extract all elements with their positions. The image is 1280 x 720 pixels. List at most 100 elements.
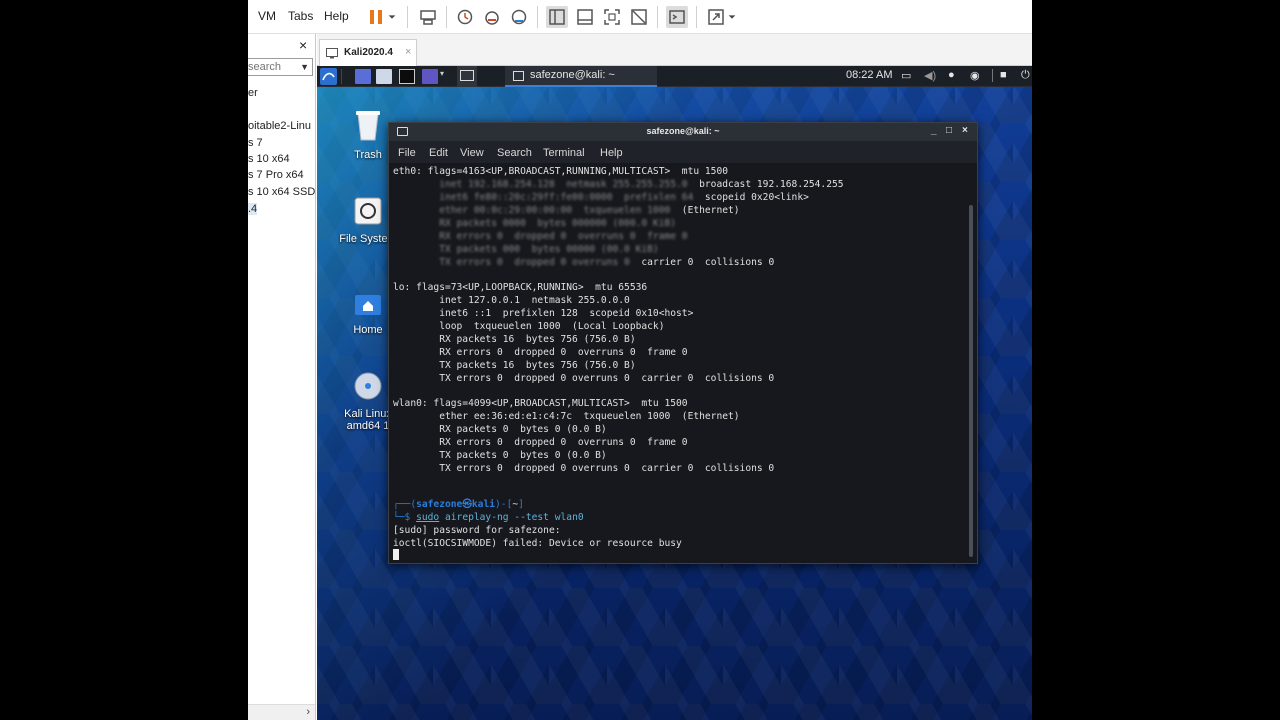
terminal-scrollbar[interactable] <box>969 205 973 557</box>
show-desktop-icon[interactable] <box>355 69 371 84</box>
tab-kali2020-4[interactable]: Kali2020.4 × <box>319 39 417 66</box>
home-folder-icon <box>355 295 381 315</box>
menu-tabs[interactable]: Tabs <box>288 9 313 23</box>
workspace-switcher[interactable] <box>457 66 477 87</box>
terminal-line: TX packets 16 bytes 756 (756.0 B) <box>393 360 636 371</box>
terminal-line: RX errors 0 dropped 0 overruns 0 frame 0 <box>393 347 688 358</box>
vm-tab-strip: Kali2020.4 × <box>317 34 1032 66</box>
library-panel: × ▼ er oitable2-Linu s 7 s 10 x64 s 7 Pr… <box>248 34 316 720</box>
desktop-icon-home[interactable]: Home <box>345 291 391 336</box>
terminal-icon <box>513 71 524 81</box>
revert-snapshot-icon[interactable] <box>481 6 503 28</box>
terminal-titlebar[interactable]: safezone@kali: ~ _ □ × <box>389 123 977 141</box>
network-icon[interactable]: ◉ <box>970 69 980 82</box>
hard-drive-icon <box>354 197 382 225</box>
terminal-line: lo: flags=73<UP,LOOPBACK,RUNNING> mtu 65… <box>393 282 648 293</box>
terminal-line: ether 00:0c:29:00:00:00 txqueuelen 1000 … <box>393 205 740 216</box>
terminal-line: TX errors 0 dropped 0 overruns 0 carrier… <box>393 463 775 474</box>
lock-icon[interactable]: ■ <box>1000 69 1007 81</box>
library-item[interactable]: s 7 Pro x64 <box>248 169 304 181</box>
minimize-icon[interactable]: _ <box>931 125 937 136</box>
horizontal-scrollbar[interactable]: › <box>248 704 315 720</box>
menu-help[interactable]: Help <box>324 9 349 23</box>
disc-icon <box>354 372 382 400</box>
notification-bell-icon[interactable]: ● <box>948 69 955 81</box>
library-item[interactable]: s 10 x64 SSD <box>248 186 315 198</box>
video-letterbox-right <box>1032 0 1280 720</box>
desktop-icon-label: Home <box>353 324 383 336</box>
library-search[interactable]: ▼ <box>248 58 313 76</box>
pause-icon[interactable] <box>365 6 387 28</box>
terminal-line: RX packets 16 bytes 756 (756.0 B) <box>393 334 636 345</box>
chevron-down-icon[interactable] <box>726 6 738 28</box>
terminal-line: TX errors 0 dropped 0 overruns 0 carrier… <box>393 257 775 268</box>
menu-view[interactable]: View <box>460 147 484 159</box>
terminal-line: TX errors 0 dropped 0 overruns 0 carrier… <box>393 373 775 384</box>
library-item-selected[interactable]: .4 <box>248 203 258 215</box>
taskbar-item-label: safezone@kali: ~ <box>530 69 615 81</box>
desktop-icon-label: Trash <box>354 149 382 161</box>
library-item[interactable]: oitable2-Linu <box>248 120 311 132</box>
library-item[interactable]: s 10 x64 <box>248 153 290 165</box>
terminal-line: wlan0: flags=4099<UP,BROADCAST,MULTICAST… <box>393 398 688 409</box>
terminal-launcher-icon[interactable] <box>399 69 415 84</box>
video-letterbox-left <box>0 0 248 720</box>
terminal-output[interactable]: eth0: flags=4163<UP,BROADCAST,RUNNING,MU… <box>393 163 965 561</box>
terminal-line: eth0: flags=4163<UP,BROADCAST,RUNNING,MU… <box>393 166 729 177</box>
desktop-icon-trash[interactable]: Trash <box>347 108 389 161</box>
volume-icon[interactable]: ◀) <box>924 69 936 82</box>
display-icon[interactable]: ▭ <box>901 69 911 82</box>
chevron-down-icon[interactable] <box>386 6 398 28</box>
menu-edit[interactable]: Edit <box>429 147 448 159</box>
menu-terminal[interactable]: Terminal <box>543 147 585 159</box>
full-screen-icon[interactable] <box>601 6 623 28</box>
menu-vm[interactable]: VM <box>258 9 276 23</box>
snapshot-manager-icon[interactable] <box>508 6 530 28</box>
send-ctrl-alt-del-icon[interactable] <box>417 6 439 28</box>
chevron-down-icon[interactable]: ▾ <box>440 69 446 84</box>
terminal-line: RX errors 0 dropped 0 overruns 0 frame 0 <box>393 231 688 242</box>
vmware-window: VM Tabs Help × search ▼ er oitable2-Linu… <box>248 0 1032 720</box>
snapshot-icon[interactable] <box>454 6 476 28</box>
menu-file[interactable]: File <box>398 147 416 159</box>
terminal-line: inet6 ::1 prefixlen 128 scopeid 0x10<hos… <box>393 308 694 319</box>
terminal-line: inet 192.168.254.128 netmask 255.255.255… <box>393 179 844 190</box>
vmware-menubar: VM Tabs Help <box>248 0 1032 34</box>
power-icon[interactable]: ⏻ <box>1021 69 1030 82</box>
close-icon[interactable]: × <box>405 46 411 58</box>
guest-desktop[interactable]: ▾ safezone@kali: ~ 08:22 AM ▭ ◀) ● ◉ ■ ⏻… <box>317 66 1032 720</box>
terminal-line: loop txqueuelen 1000 (Local Loopback) <box>393 321 665 332</box>
terminal-line: TX packets 0 bytes 0 (0.0 B) <box>393 450 607 461</box>
terminal-line: inet 127.0.0.1 netmask 255.0.0.0 <box>393 295 630 306</box>
stretch-guest-icon[interactable] <box>705 6 727 28</box>
library-view-icon[interactable] <box>546 6 568 28</box>
menu-search[interactable]: Search <box>497 147 532 159</box>
browser-icon[interactable] <box>422 69 438 84</box>
chevron-right-icon[interactable]: › <box>306 706 310 718</box>
text-cursor <box>393 549 399 560</box>
tab-label: Kali2020.4 <box>344 47 393 58</box>
console-view-icon[interactable] <box>666 6 688 28</box>
kali-top-panel: ▾ safezone@kali: ~ 08:22 AM ▭ ◀) ● ◉ ■ ⏻ <box>317 66 1032 87</box>
terminal-line: RX packets 0 bytes 0 (0.0 B) <box>393 424 607 435</box>
library-item[interactable]: er <box>248 87 258 99</box>
close-icon[interactable]: × <box>299 37 307 53</box>
search-input[interactable] <box>248 61 296 73</box>
shell-prompt: ┌──(safezone㉿kali)-[~] <box>393 499 524 510</box>
terminal-line: RX errors 0 dropped 0 overruns 0 frame 0 <box>393 437 688 448</box>
close-icon[interactable]: × <box>962 125 968 136</box>
library-item[interactable]: s 7 <box>248 137 263 149</box>
thumbnail-bar-icon[interactable] <box>574 6 596 28</box>
maximize-icon[interactable]: □ <box>946 125 952 136</box>
taskbar-terminal-item[interactable]: safezone@kali: ~ <box>505 66 657 87</box>
terminal-window[interactable]: safezone@kali: ~ _ □ × File Edit View Se… <box>388 122 978 564</box>
menu-help[interactable]: Help <box>600 147 623 159</box>
file-manager-icon[interactable] <box>376 69 392 84</box>
kali-menu-icon[interactable] <box>320 68 337 85</box>
panel-clock[interactable]: 08:22 AM <box>846 69 892 81</box>
terminal-line: [sudo] password for safezone: <box>393 525 561 536</box>
unity-icon[interactable] <box>628 6 650 28</box>
chevron-down-icon[interactable]: ▼ <box>300 62 309 72</box>
terminal-line: inet6 fe80::20c:29ff:fe00:0000 prefixlen… <box>393 192 809 203</box>
terminal-line: TX packets 000 bytes 00000 (00.0 KiB) <box>393 244 659 255</box>
